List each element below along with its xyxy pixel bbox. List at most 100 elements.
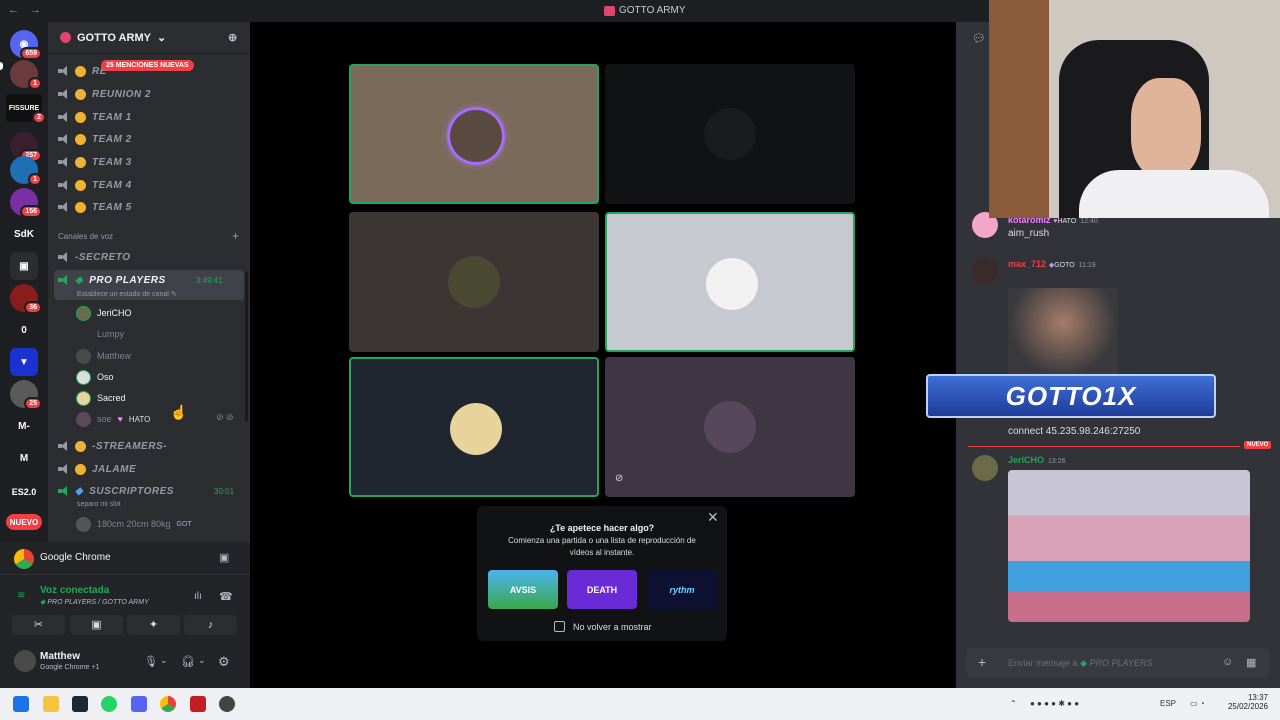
screen-share-button[interactable]: ▣ (70, 615, 123, 635)
voice-member[interactable]: Sacred (76, 388, 126, 408)
noise-suppression-icon[interactable]: ılı (194, 591, 202, 602)
activity-card[interactable]: DEATH (567, 570, 637, 609)
message-author[interactable]: JeriCHO (1008, 455, 1044, 465)
app-icon[interactable] (219, 696, 235, 712)
file-explorer-icon[interactable] (43, 696, 59, 712)
activity-card[interactable]: AVSIS (488, 570, 558, 609)
channel-streamers[interactable]: -STREAMERS- (58, 436, 167, 456)
guild-header[interactable]: GOTTO ARMY ⌄ ⊕ (48, 22, 250, 54)
server-icon[interactable]: 156 (10, 188, 42, 218)
microphone-icon[interactable]: 🎙︎ (144, 655, 158, 668)
emoji-button-icon[interactable]: ☺ (1222, 656, 1233, 668)
member-name: Sacred (97, 393, 126, 403)
voice-member[interactable]: Lumpy (76, 324, 124, 344)
participant-tile[interactable] (349, 357, 599, 497)
discord-home-icon[interactable]: ◉ 659 (10, 30, 42, 60)
voice-member[interactable]: JeriCHO (76, 303, 132, 323)
channel-pro-players[interactable]: ◆ PRO PLAYERS (58, 270, 166, 290)
apps-icon[interactable]: ▦ (1246, 656, 1256, 669)
server-icon[interactable]: ▣ (10, 252, 38, 280)
sticker-image[interactable] (1008, 288, 1118, 374)
activity-card[interactable]: rythm (647, 570, 717, 609)
server-fissure[interactable]: FISSURE 2 (6, 94, 46, 124)
server-m-dash[interactable]: M- (10, 412, 38, 440)
windows-start-icon[interactable] (13, 696, 29, 712)
plus-icon[interactable]: + (978, 654, 986, 670)
activities-button[interactable]: ✦ (127, 615, 180, 635)
avatar[interactable] (14, 650, 36, 672)
channel-partial[interactable]: RE (58, 61, 107, 81)
server-sdk[interactable]: SdK (10, 220, 38, 248)
voice-member[interactable]: soe ♥ HATO (76, 409, 150, 429)
server-icon[interactable]: 25 (10, 380, 42, 410)
voice-status[interactable]: Voz conectada (40, 585, 109, 596)
tray-icons[interactable]: ● ● ● ● ✱ ● ● (1030, 699, 1079, 708)
channel-team-3[interactable]: TEAM 3 (58, 152, 132, 172)
add-channel-icon[interactable]: + (232, 229, 239, 243)
disconnect-icon[interactable]: ☎ (219, 590, 233, 603)
voice-member[interactable]: Oso (76, 367, 114, 387)
app-icon[interactable] (190, 696, 206, 712)
new-badge[interactable]: NUEVO (6, 514, 42, 530)
channel-name: TEAM 5 (92, 201, 132, 213)
server-es[interactable]: ES2.0 (10, 478, 38, 506)
dont-show-again[interactable]: No volver a mostrar (554, 621, 652, 632)
channel-name: -SECRETO (75, 251, 131, 263)
chat-bubble-icon[interactable]: 💬︎ (972, 32, 986, 45)
participant-tile[interactable]: ⊘ (605, 357, 855, 497)
attached-image[interactable] (1008, 470, 1250, 622)
account-bar (0, 642, 250, 688)
scrollbar[interactable] (245, 272, 248, 422)
participant-tile[interactable] (605, 64, 855, 204)
avatar[interactable] (972, 258, 998, 284)
channel-team-5[interactable]: TEAM 5 (58, 197, 132, 217)
chevron-down-icon[interactable]: ⌄ (198, 655, 206, 666)
channel-secreto[interactable]: -SECRETO (58, 247, 131, 267)
chevron-down-icon[interactable]: ⌄ (160, 655, 168, 666)
server-icon[interactable]: ▼ (10, 348, 38, 376)
nav-arrows[interactable]: ← → (8, 4, 45, 16)
participant-tile[interactable] (349, 64, 599, 204)
user-name[interactable]: Matthew (40, 651, 80, 662)
server-icon[interactable]: 36 (10, 284, 42, 314)
add-member-icon[interactable]: ⊕ (228, 31, 237, 44)
channel-status[interactable]: Establece un estado de canal ✎ (77, 290, 177, 298)
whatsapp-icon[interactable] (101, 696, 117, 712)
camera-off-button[interactable]: ✂ (12, 615, 65, 635)
participant-tile[interactable] (349, 212, 599, 352)
soundboard-button[interactable]: ♪ (184, 615, 237, 635)
channel-status-text: Establece un estado de canal (77, 291, 169, 298)
participant-tile[interactable] (605, 212, 855, 352)
server-icon[interactable]: 1 (10, 60, 42, 90)
network-icon[interactable]: ▭ ◔ (1190, 699, 1205, 708)
channel-reunion-2[interactable]: REUNION 2 (58, 84, 151, 104)
voice-channel[interactable]: ◆ PRO PLAYERS / GOTTO ARMY (40, 598, 149, 606)
checkbox[interactable] (554, 621, 565, 632)
webcam-shirt (1079, 170, 1269, 218)
channel-jalame[interactable]: JALAME (58, 459, 136, 479)
clock[interactable]: 13:37 25/02/2026 (1222, 693, 1268, 711)
channel-team-4[interactable]: TEAM 4 (58, 175, 132, 195)
language-indicator[interactable]: ESP (1160, 699, 1176, 708)
steam-icon[interactable] (72, 696, 88, 712)
new-mentions-badge[interactable]: 25 MENCIONES NUEVAS (101, 60, 194, 71)
category-voice[interactable]: Canales de voz (58, 232, 113, 241)
server-icon[interactable]: 1 (10, 156, 42, 186)
screen-share-icon[interactable]: ▣ (219, 551, 229, 564)
channel-suscriptores[interactable]: ◆ SUSCRIPTORES (58, 481, 174, 501)
gear-icon[interactable]: ⚙ (218, 654, 230, 670)
avatar[interactable] (972, 455, 998, 481)
server-m[interactable]: M (10, 444, 38, 472)
webcam-background (989, 0, 1049, 218)
headphones-icon[interactable]: 🎧︎ (181, 655, 195, 668)
chevron-up-icon[interactable]: ⌃ (1010, 699, 1017, 708)
channel-team-2[interactable]: TEAM 2 (58, 129, 132, 149)
discord-icon[interactable] (131, 696, 147, 712)
chrome-icon[interactable] (160, 696, 176, 712)
channel-team-1[interactable]: TEAM 1 (58, 107, 132, 127)
message-placeholder: Enviar mensaje a ◆ PRO PLAYERS (1008, 658, 1152, 669)
voice-member[interactable]: 180cm 20cm 80kg GOT (76, 514, 192, 534)
server-zero[interactable]: 0 (10, 316, 38, 344)
message-author[interactable]: max_712 (1008, 259, 1046, 269)
voice-member[interactable]: Matthew (76, 346, 131, 366)
